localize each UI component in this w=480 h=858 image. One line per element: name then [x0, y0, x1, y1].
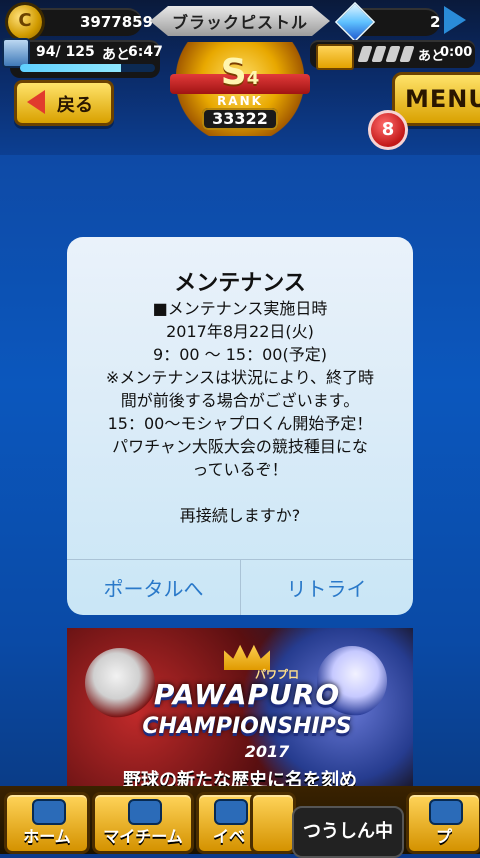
nav-my-team-label: マイチーム [103, 827, 183, 846]
banner-year: 2017 [244, 742, 290, 761]
dialog-line: ■メンテナンス実施日時 [152, 299, 328, 318]
player-title: ブラックピストル [150, 6, 330, 36]
gem-amount: 2 [430, 13, 441, 31]
dialog-line: 15：00〜モシャプロくん開始予定！ [107, 414, 373, 433]
rank-label: RANK [217, 94, 263, 108]
nav-my-team[interactable]: マイチーム [92, 792, 194, 854]
dialog-line: ※メンテナンスは状況により、終了時 [105, 368, 375, 387]
battery-timer: 0:00 [440, 45, 473, 60]
portal-button[interactable]: ポータルへ [67, 559, 240, 615]
stamina-bar [20, 64, 155, 72]
championship-banner[interactable]: パワプロ PAWAPURO CHAMPIONSHIPS 2017 野球の新たな歴… [67, 628, 413, 798]
event-icon [214, 799, 248, 825]
dialog-question: 再接続しますか? [179, 506, 301, 525]
nav-home[interactable]: ホーム [4, 792, 90, 854]
rank-score: 33322 [202, 108, 278, 130]
dialog-line: 間が前後する場合がございます。 [120, 391, 360, 410]
retry-button[interactable]: リトライ [240, 559, 413, 615]
play-icon[interactable] [444, 6, 466, 34]
coin-counter: 3977859 [8, 5, 153, 39]
dialog-line: 2017年8月22日(火) [166, 322, 314, 341]
rank-letter: S4 [210, 52, 270, 93]
dialog-line [83, 481, 397, 504]
nav-pro-label: プ [435, 827, 452, 846]
banner-title-line1: PAWAPURO [153, 678, 341, 711]
ticket-icon [316, 44, 354, 70]
stamina-timer: 6:47 [128, 44, 163, 60]
stamina-panel: 94/ 125 あと 6:47 [10, 40, 163, 78]
dialog-title: メンテナンス [174, 271, 306, 296]
dialog-line: 9：00 〜 15：00(予定) [153, 345, 327, 364]
dialog-body: ■メンテナンス実施日時 2017年8月22日(火) 9：00 〜 15：00(予… [83, 297, 397, 527]
dialog-line: っているぞ！ [192, 460, 288, 479]
rank-letter-sub: 4 [246, 68, 260, 89]
pro-icon [429, 799, 463, 825]
banner-title-line2: CHAMPIONSHIPS [142, 714, 352, 739]
dialog-line: パワチャン大阪大会の競技種目にな [112, 437, 368, 456]
nav-home-label: ホーム [23, 827, 71, 846]
team-icon [128, 799, 162, 825]
connecting-indicator: つうしん中 [292, 806, 404, 858]
nav-pro[interactable]: プ [406, 792, 480, 854]
stamina-bar-fill [20, 64, 122, 72]
stamina-timer-prefix: あと [102, 47, 130, 63]
coin-amount: 3977859 [80, 13, 154, 31]
nav-mascot[interactable] [250, 792, 296, 854]
notification-badge[interactable]: 8 [368, 110, 408, 150]
rank-letter-main: S [220, 52, 247, 93]
back-arrow-icon [27, 90, 45, 114]
stamina-text: 94/ 125 [36, 44, 95, 60]
menu-button-label: MENU [405, 85, 480, 113]
back-button[interactable]: 戻る [14, 80, 114, 126]
menu-button[interactable]: MENU [392, 72, 480, 126]
home-icon [32, 799, 66, 825]
coin-icon [8, 5, 42, 39]
back-button-label: 戻る [57, 95, 93, 116]
maintenance-dialog: メンテナンス ■メンテナンス実施日時 2017年8月22日(火) 9：00 〜 … [67, 237, 413, 615]
